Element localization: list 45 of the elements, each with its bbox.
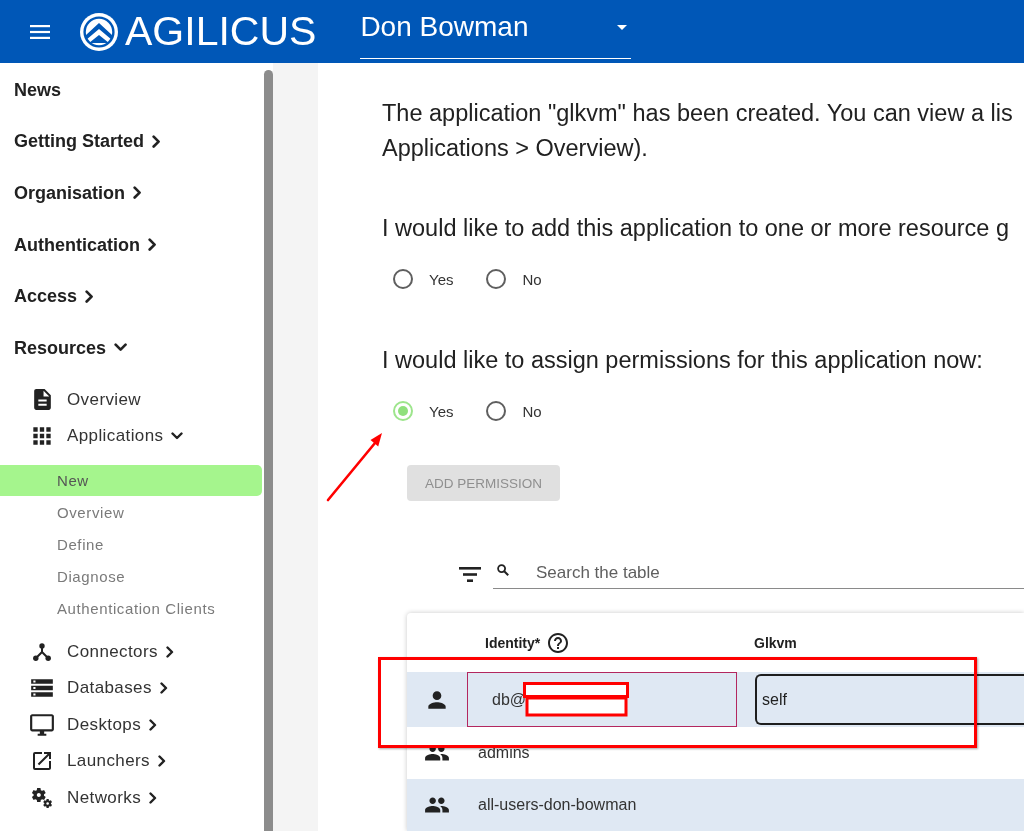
sidebar-subitem[interactable]: Overview bbox=[29, 387, 142, 413]
search-icon bbox=[497, 564, 509, 576]
search-field[interactable]: Search the table bbox=[493, 559, 1024, 589]
column-header: Glkvm bbox=[754, 634, 797, 651]
sidebar-subitem[interactable]: Desktops bbox=[29, 711, 158, 738]
radio-option[interactable]: No bbox=[486, 401, 542, 421]
logo-icon bbox=[80, 12, 118, 51]
sidebar-subitem[interactable]: New bbox=[0, 465, 262, 497]
table-cell: admins bbox=[478, 744, 530, 761]
filter-icon[interactable] bbox=[459, 566, 481, 582]
nodes-icon bbox=[33, 642, 51, 661]
monitor-icon bbox=[29, 711, 55, 738]
sidebar-subitem[interactable]: Connectors bbox=[29, 640, 174, 663]
sidebar-item[interactable]: Getting Started bbox=[14, 130, 161, 153]
logo-wordmark: AGILICUS bbox=[125, 11, 317, 52]
sidebar-subitem[interactable]: Overview bbox=[57, 502, 125, 523]
sidebar-item[interactable]: Access bbox=[14, 285, 94, 308]
question-text: I would like to assign permissions for this application now: bbox=[382, 346, 984, 375]
annotation-arrow bbox=[326, 433, 382, 502]
column-header: Identity* bbox=[485, 634, 541, 651]
radio-option[interactable]: Yes bbox=[393, 269, 454, 289]
gears-icon bbox=[30, 785, 54, 810]
status-message: The application "glkvm" has been created. You can view a lis Applications > Overview). bbox=[382, 99, 1014, 163]
sidebar-item[interactable]: Organisation bbox=[14, 182, 142, 204]
sidebar-item[interactable]: Resources bbox=[14, 336, 128, 359]
radio-option[interactable]: No bbox=[486, 269, 542, 289]
table-cell: all-users-don-bowman bbox=[478, 796, 637, 813]
sidebar-subitem[interactable]: Networks bbox=[29, 785, 158, 810]
sidebar-subitem[interactable]: Launchers bbox=[29, 749, 166, 774]
question-text: I would like to add this application to one or more resource g bbox=[382, 214, 1011, 243]
radio-option[interactable]: Yes bbox=[393, 401, 454, 421]
help-icon[interactable] bbox=[546, 630, 571, 655]
sidebar-subitem[interactable]: Databases bbox=[29, 675, 168, 702]
sidebar-subitem[interactable]: Define bbox=[57, 534, 104, 555]
caret-down-icon bbox=[617, 24, 628, 30]
identity-field[interactable]: db@ bbox=[467, 672, 737, 727]
permission-field[interactable]: self bbox=[755, 674, 1024, 725]
sidebar-subitem[interactable]: Diagnose bbox=[57, 566, 126, 587]
organisation-select[interactable]: Don Bowman bbox=[360, 10, 632, 59]
sidebar-subitem[interactable]: Authentication Clients bbox=[57, 598, 216, 619]
menu-icon[interactable] bbox=[30, 24, 50, 39]
sidebar-subitem[interactable]: Applications bbox=[29, 423, 184, 450]
sidebar-item[interactable]: News bbox=[14, 78, 62, 101]
scrollbar[interactable] bbox=[264, 70, 273, 831]
sidebar-item[interactable]: Authentication bbox=[14, 233, 157, 256]
